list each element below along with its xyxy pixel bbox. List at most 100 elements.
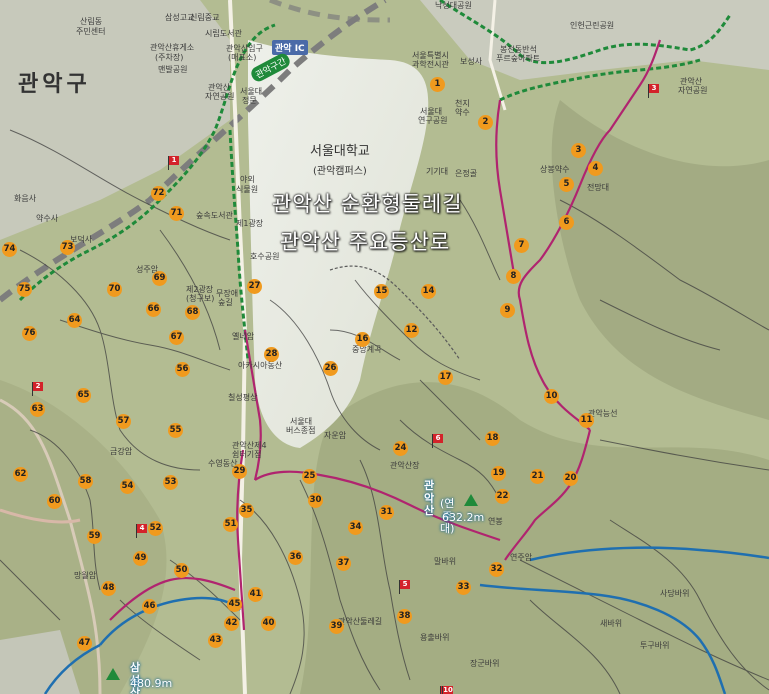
place-label-outdoor-plant: 야외 — [240, 175, 255, 184]
interchange-badge: 관악 IC — [272, 40, 308, 55]
waypoint-marker[interactable]: 28 — [264, 347, 279, 362]
place-label-jungang: 중앙계곡 — [352, 345, 382, 354]
flag-number: 3 — [649, 84, 659, 93]
waypoint-marker[interactable]: 74 — [2, 242, 17, 257]
waypoint-marker[interactable]: 17 — [438, 370, 453, 385]
waypoint-marker[interactable]: 41 — [248, 587, 263, 602]
place-label-yeonbong: 연봉 — [488, 517, 503, 526]
waypoint-marker[interactable]: 64 — [67, 313, 82, 328]
waypoint-marker[interactable]: 3 — [571, 143, 586, 158]
waypoint-marker[interactable]: 4 — [588, 161, 603, 176]
waypoint-marker[interactable]: 32 — [489, 562, 504, 577]
waypoint-marker[interactable]: 59 — [87, 529, 102, 544]
waypoint-marker[interactable]: 49 — [133, 551, 148, 566]
place-label-chilsung: 칠성평상 — [228, 393, 258, 402]
waypoint-marker[interactable]: 75 — [17, 282, 32, 297]
waypoint-marker[interactable]: 65 — [76, 388, 91, 403]
waypoint-marker[interactable]: 33 — [456, 580, 471, 595]
waypoint-marker[interactable]: 63 — [30, 402, 45, 417]
waypoint-marker[interactable]: 24 — [393, 441, 408, 456]
waypoint-marker[interactable]: 7 — [514, 238, 529, 253]
waypoint-marker[interactable]: 76 — [22, 326, 37, 341]
place-label-nature-park: 관악산 — [208, 83, 231, 92]
trail-flag-icon: 1 — [168, 156, 180, 170]
peak-elevation: 632.2m — [442, 511, 485, 524]
waypoint-marker[interactable]: 18 — [485, 431, 500, 446]
waypoint-marker[interactable]: 42 — [224, 616, 239, 631]
title-line-2: 관악산 주요등산로 — [280, 230, 451, 254]
waypoint-marker[interactable]: 45 — [227, 597, 242, 612]
place-label-parking: (주차장) — [155, 53, 184, 62]
waypoint-marker[interactable]: 46 — [142, 599, 157, 614]
waypoint-marker[interactable]: 52 — [148, 521, 163, 536]
waypoint-marker[interactable]: 73 — [60, 240, 75, 255]
waypoint-marker[interactable]: 53 — [163, 475, 178, 490]
waypoint-marker[interactable]: 50 — [174, 563, 189, 578]
waypoint-marker[interactable]: 2 — [478, 115, 493, 130]
waypoint-marker[interactable]: 47 — [77, 636, 92, 651]
waypoint-marker[interactable]: 27 — [247, 279, 262, 294]
place-label-snu-research-sub: 연구공원 — [418, 116, 448, 125]
waypoint-marker[interactable]: 16 — [355, 332, 370, 347]
peak-triangle-icon — [106, 668, 120, 680]
waypoint-marker[interactable]: 68 — [185, 305, 200, 320]
waypoint-marker[interactable]: 37 — [336, 556, 351, 571]
waypoint-marker[interactable]: 39 — [329, 619, 344, 634]
place-label-second-square-sub: (청구보) — [186, 294, 215, 303]
waypoint-marker[interactable]: 8 — [506, 269, 521, 284]
waypoint-marker[interactable]: 19 — [491, 466, 506, 481]
map[interactable]: 관악구 서울대학교 (관악캠퍼스) 관악산 순환형둘레길 관악산 주요등산로 관… — [0, 0, 769, 694]
waypoint-marker[interactable]: 35 — [239, 503, 254, 518]
waypoint-marker[interactable]: 12 — [404, 323, 419, 338]
waypoint-marker[interactable]: 15 — [374, 284, 389, 299]
waypoint-marker[interactable]: 70 — [107, 282, 122, 297]
place-label-sangam: 상봉약수 — [540, 165, 570, 174]
waypoint-marker[interactable]: 34 — [348, 520, 363, 535]
place-label-geumgang: 금강암 — [110, 447, 133, 456]
waypoint-marker[interactable]: 48 — [101, 581, 116, 596]
waypoint-marker[interactable]: 58 — [78, 474, 93, 489]
waypoint-marker[interactable]: 57 — [116, 414, 131, 429]
waypoint-marker[interactable]: 25 — [302, 469, 317, 484]
waypoint-marker[interactable]: 40 — [261, 616, 276, 631]
waypoint-marker[interactable]: 62 — [13, 467, 28, 482]
waypoint-marker[interactable]: 5 — [559, 177, 574, 192]
waypoint-marker[interactable]: 72 — [151, 186, 166, 201]
waypoint-marker[interactable]: 69 — [152, 271, 167, 286]
waypoint-marker[interactable]: 38 — [397, 609, 412, 624]
waypoint-marker[interactable]: 14 — [421, 284, 436, 299]
district-label: 관악구 — [18, 72, 91, 97]
place-label-jeonmangdae: 전망대 — [587, 183, 610, 192]
waypoint-marker[interactable]: 55 — [168, 423, 183, 438]
waypoint-marker[interactable]: 30 — [308, 493, 323, 508]
place-label-mujin-garden: 무장애 — [216, 289, 239, 298]
waypoint-marker[interactable]: 22 — [495, 489, 510, 504]
waypoint-marker[interactable]: 43 — [208, 633, 223, 648]
peak-elevation: 480.9m — [130, 677, 173, 690]
waypoint-marker[interactable]: 71 — [169, 206, 184, 221]
waypoint-marker[interactable]: 11 — [579, 413, 594, 428]
waypoint-marker[interactable]: 6 — [559, 215, 574, 230]
waypoint-marker[interactable]: 54 — [120, 479, 135, 494]
waypoint-marker[interactable]: 21 — [530, 469, 545, 484]
waypoint-marker[interactable]: 31 — [379, 505, 394, 520]
place-label-library: 시립도서관 — [205, 29, 242, 38]
waypoint-marker[interactable]: 29 — [232, 464, 247, 479]
waypoint-marker[interactable]: 67 — [169, 330, 184, 345]
place-label-gwanaksan-gate: 관악산입구 — [226, 44, 263, 53]
place-label-jaun-am: 자운암 — [324, 431, 347, 440]
place-label-eunjeong: 은정골 — [455, 169, 478, 178]
waypoint-marker[interactable]: 66 — [146, 302, 161, 317]
place-label-gwanak-4: 관악산제4 — [232, 441, 267, 450]
waypoint-marker[interactable]: 20 — [563, 471, 578, 486]
waypoint-marker[interactable]: 60 — [47, 494, 62, 509]
trail-flag-icon: 10 — [442, 686, 454, 694]
waypoint-marker[interactable]: 36 — [288, 550, 303, 565]
waypoint-marker[interactable]: 56 — [175, 362, 190, 377]
waypoint-marker[interactable]: 9 — [500, 303, 515, 318]
waypoint-marker[interactable]: 26 — [323, 361, 338, 376]
waypoint-marker[interactable]: 10 — [544, 389, 559, 404]
waypoint-marker[interactable]: 51 — [223, 517, 238, 532]
waypoint-marker[interactable]: 1 — [430, 77, 445, 92]
campus-label: 서울대학교 (관악캠퍼스) — [310, 140, 370, 177]
